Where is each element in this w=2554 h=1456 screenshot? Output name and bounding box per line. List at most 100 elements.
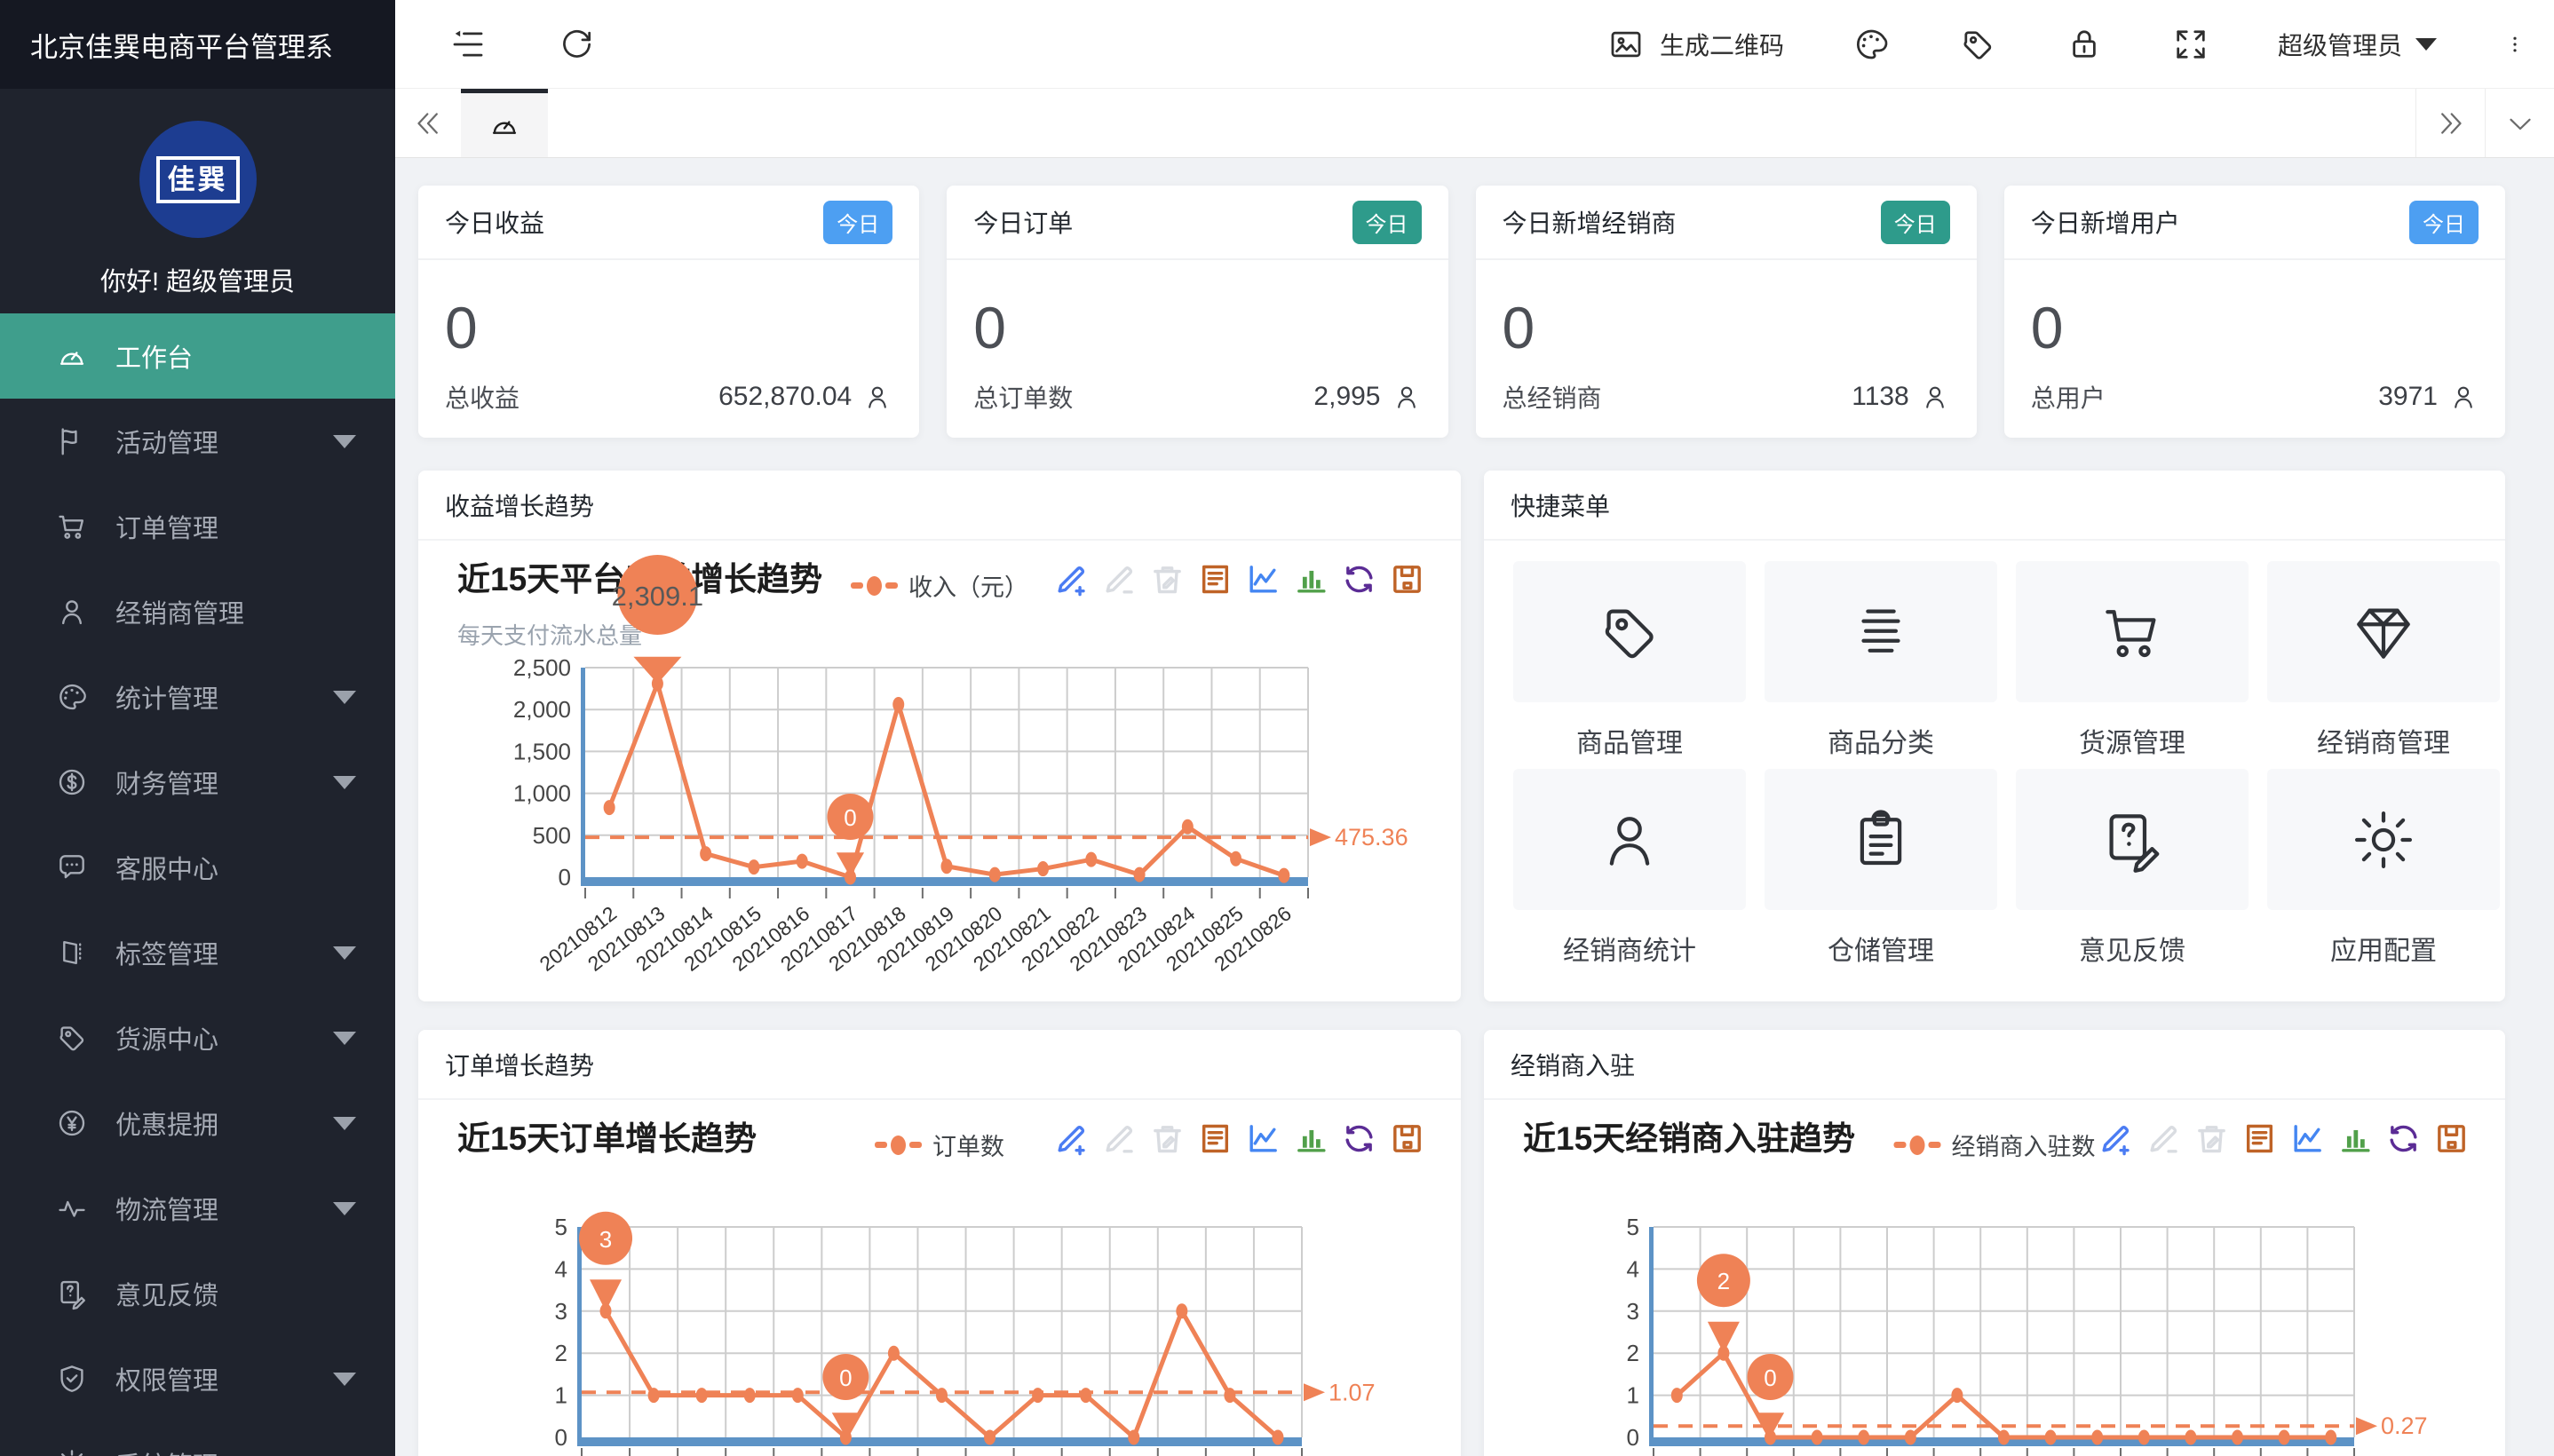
quick-menu-label: 商品分类 (1765, 721, 1997, 760)
panel-title: 订单增长趋势 (418, 1030, 1461, 1100)
svg-text:2: 2 (1717, 1268, 1730, 1294)
svg-text:2,500: 2,500 (513, 654, 571, 681)
diamond-icon (2349, 597, 2418, 667)
user-icon (55, 595, 89, 629)
user-menu-button[interactable]: 超级管理员 (2278, 27, 2437, 62)
person-icon (2448, 382, 2479, 412)
quick-menu-item-list[interactable] (1765, 561, 1997, 702)
sidebar-item-book[interactable]: 标签管理 (0, 910, 395, 995)
quick-menu-item-feedback[interactable] (2016, 769, 2249, 910)
stat-card-header: 今日新增经销商今日 (1476, 186, 1977, 260)
stat-card-footer: 总订单数2,995 (973, 379, 1421, 415)
panel-order-trend: 订单增长趋势 近15天订单增长趋势 订单数 012345202108122021… (418, 1030, 1461, 1456)
sidebar-item-palette[interactable]: 统计管理 (0, 654, 395, 740)
quick-menu-label: 货源管理 (2016, 721, 2249, 760)
sidebar-item-shield[interactable]: 权限管理 (0, 1336, 395, 1421)
caret-down-icon (333, 946, 356, 960)
panel-title: 经销商入驻 (1484, 1030, 2505, 1100)
quick-menu-item-gear[interactable] (2267, 769, 2500, 910)
svg-text:0: 0 (555, 1424, 567, 1451)
svg-text:3: 3 (555, 1298, 567, 1325)
today-badge: 今日 (2409, 201, 2479, 244)
avatar: 佳巽 (139, 121, 257, 238)
svg-text:3: 3 (599, 1226, 612, 1253)
total-label: 总订单数 (973, 379, 1073, 415)
person-icon (862, 382, 892, 412)
sidebar-item-tag[interactable]: 货源中心 (0, 995, 395, 1080)
svg-text:0: 0 (844, 804, 856, 831)
fullscreen-icon[interactable] (2171, 25, 2210, 64)
refresh-icon[interactable] (557, 25, 596, 64)
sidebar-item-pulse[interactable]: 物流管理 (0, 1166, 395, 1251)
lock-icon[interactable] (2065, 25, 2104, 64)
stat-card-title: 今日新增经销商 (1503, 204, 1677, 240)
total-value: 1138 (1852, 382, 1909, 412)
stat-card: 今日收益今日0总收益652,870.04 (418, 186, 919, 438)
total-label: 总经销商 (1503, 379, 1602, 415)
stat-card-footer: 总用户 3971 (2031, 379, 2479, 415)
tabbar (395, 89, 2554, 158)
tabs-dropdown-icon[interactable] (2485, 89, 2554, 157)
total-value: 3971 (2378, 382, 2438, 412)
tabs-scroll-right-icon[interactable] (2415, 89, 2485, 157)
quick-menu-item-clipboard[interactable] (1765, 769, 1997, 910)
stat-card: 今日新增用户今日0总用户3971 (2004, 186, 2505, 438)
svg-text:0.27: 0.27 (2381, 1412, 2428, 1439)
stat-card-footer: 总收益652,870.04 (445, 379, 892, 415)
svg-text:1,500: 1,500 (513, 738, 571, 764)
pulse-icon (55, 1191, 89, 1225)
sidebar-item-cart[interactable]: 订单管理 (0, 484, 395, 569)
panel-title: 收益增长趋势 (418, 471, 1461, 541)
svg-text:2,000: 2,000 (513, 696, 571, 723)
svg-text:5: 5 (555, 1214, 567, 1240)
sidebar-item-user[interactable]: 经销商管理 (0, 569, 395, 654)
quick-menu-item-cart[interactable] (2016, 561, 2249, 702)
generate-qrcode-button[interactable]: 生成二维码 (1606, 25, 1784, 64)
person-icon (1920, 382, 1950, 412)
sidebar-item-chat[interactable]: 客服中心 (0, 825, 395, 910)
dollar-icon (55, 765, 89, 799)
person-icon (1392, 382, 1422, 412)
quick-menu-item-user[interactable] (1513, 769, 1746, 910)
sidebar-item-label: 活动管理 (115, 423, 218, 460)
stat-card-title: 今日收益 (445, 204, 544, 240)
tag-icon (1595, 597, 1664, 667)
app-title: 北京佳巽电商平台管理系 (0, 0, 395, 89)
sidebar-item-flag[interactable]: 活动管理 (0, 399, 395, 484)
quick-menu-item-diamond[interactable] (2267, 561, 2500, 702)
svg-text:2: 2 (555, 1340, 567, 1366)
sidebar-item-label: 工作台 (115, 337, 193, 375)
tag-icon[interactable] (1958, 25, 1997, 64)
dealer-line-chart[interactable]: 0123452021081220210813202108142021081520… (1484, 1100, 2505, 1456)
sidebar-item-feedback[interactable]: 意见反馈 (0, 1251, 395, 1336)
svg-text:2,309.1: 2,309.1 (612, 581, 703, 612)
sidebar-item-gear[interactable]: 系统管理 (0, 1421, 395, 1456)
sidebar-item-dollar[interactable]: 财务管理 (0, 740, 395, 825)
svg-text:0: 0 (839, 1365, 852, 1391)
caret-down-icon (333, 776, 356, 789)
revenue-line-chart[interactable]: 05001,0001,5002,0002,5002021081220210813… (418, 541, 1461, 1001)
stat-card-value: 0 (2004, 260, 2505, 361)
caret-down-icon (333, 1117, 356, 1130)
sidebar-item-yen[interactable]: 优惠提拥 (0, 1080, 395, 1166)
svg-text:1.07: 1.07 (1329, 1379, 1376, 1405)
more-menu-icon[interactable] (2504, 25, 2526, 64)
caret-down-icon (333, 1202, 356, 1215)
quick-menu-grid: 商品管理商品分类货源管理经销商管理经销商统计仓储管理意见反馈应用配置 (1513, 561, 2476, 987)
quick-menu-item-tag[interactable] (1513, 561, 1746, 702)
order-line-chart[interactable]: 0123452021081220210813202108142021081520… (418, 1100, 1461, 1456)
svg-text:1: 1 (555, 1382, 567, 1409)
gauge-icon (55, 339, 89, 373)
panel-dealer-trend: 经销商入驻 近15天经销商入驻趋势 经销商入驻数 012345202108122… (1484, 1030, 2505, 1456)
quick-menu-label: 应用配置 (2267, 929, 2500, 968)
tabs-scroll-left-icon[interactable] (395, 89, 461, 157)
sidebar-collapse-icon[interactable] (448, 25, 488, 64)
sidebar-item-gauge[interactable]: 工作台 (0, 313, 395, 399)
stat-card-value: 0 (418, 260, 919, 361)
svg-text:1,000: 1,000 (513, 780, 571, 807)
theme-palette-icon[interactable] (1852, 25, 1891, 64)
tab-dashboard[interactable] (461, 89, 548, 157)
quick-menu-label: 意见反馈 (2016, 929, 2249, 968)
sidebar-item-label: 货源中心 (115, 1019, 218, 1056)
total-label: 总用户 (2031, 379, 2106, 415)
